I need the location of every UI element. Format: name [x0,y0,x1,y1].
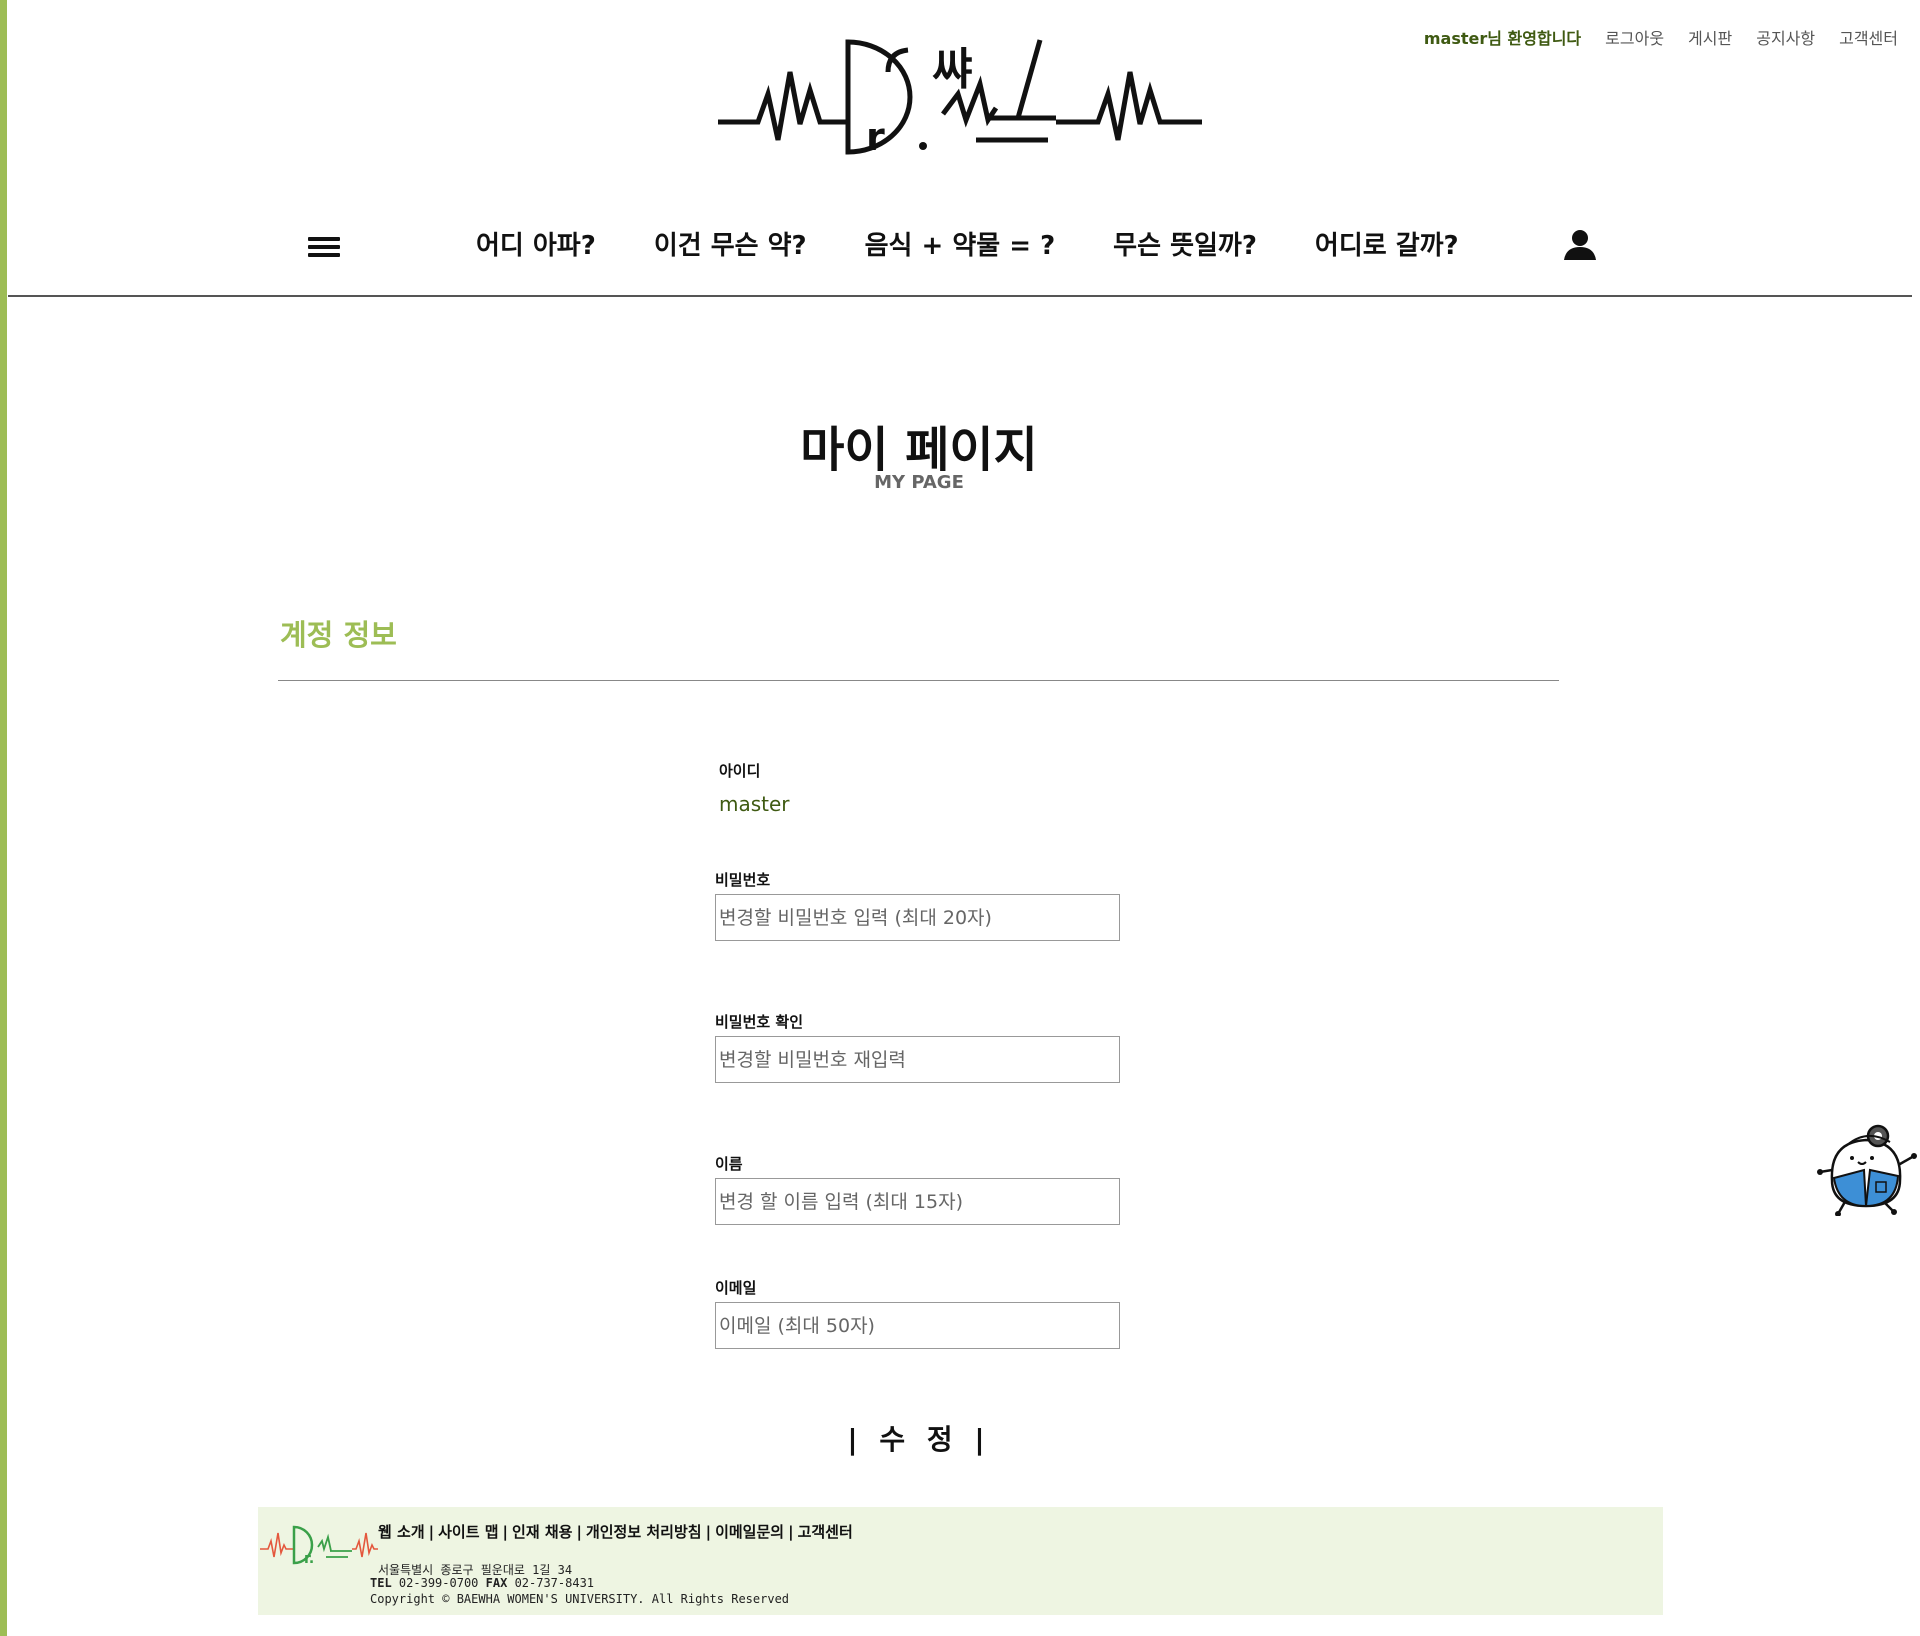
left-accent-stripe [0,0,7,1636]
main-nav: 어디 아파? 이건 무슨 약? 음식 + 약물 = ? 무슨 뜻일까? 어디로 … [8,225,1912,297]
customer-center-link[interactable]: 고객센터 [1839,25,1898,49]
top-utility-bar: master님 환영합니다 로그아웃 게시판 공지사항 고객센터 [1424,25,1898,49]
password-confirm-label: 비밀번호 확인 [715,1013,804,1031]
footer-link-email[interactable]: 이메일문의 [715,1523,784,1541]
password-input[interactable] [715,894,1120,941]
password-label: 비밀번호 [715,871,771,889]
nav-divider [8,295,1912,297]
password-confirm-input[interactable] [715,1036,1120,1083]
footer-link-careers[interactable]: 인재 채용 [512,1523,572,1541]
footer-copyright: Copyright © BAEWHA WOMEN'S UNIVERSITY. A… [370,1592,790,1606]
nav-item-symptoms[interactable]: 어디 아파? [476,225,596,262]
section-divider [278,680,1559,681]
footer-links: 웹 소개 | 사이트 맵 | 인재 채용 | 개인정보 처리방침 | 이메일문의 | 고객센터 [378,1523,853,1541]
footer: r. 웹 소개 | 사이트 맵 | 인재 채용 | 개인정보 처리방침 | 이메일문의 | 고객센터… [258,1507,1663,1615]
hamburger-menu-icon[interactable] [308,233,340,265]
section-title: 계정 정보 [280,618,397,652]
svg-text:쌰: 쌰 [932,44,972,95]
email-label: 이메일 [715,1279,757,1297]
user-icon[interactable] [1563,229,1597,261]
id-label: 아이디 [719,762,761,780]
svg-text:r: r [866,115,885,158]
footer-fax: 02-737-8431 [514,1576,595,1590]
notice-link[interactable]: 공지사항 [1756,25,1815,49]
nav-item-meaning[interactable]: 무슨 뜻일까? [1113,225,1257,262]
footer-tel: 02-399-0700 [398,1576,479,1590]
page-subtitle: MY PAGE [874,472,964,493]
nav-item-food-drug[interactable]: 음식 + 약물 = ? [865,225,1056,262]
nav-item-where-to-go[interactable]: 어디로 갈까? [1315,225,1459,262]
footer-fax-label: FAX [485,1576,508,1590]
footer-link-privacy[interactable]: 개인정보 처리방침 [586,1523,702,1541]
name-input[interactable] [715,1178,1120,1225]
svg-text:r.: r. [304,1551,314,1567]
footer-link-sitemap[interactable]: 사이트 맵 [438,1523,498,1541]
board-link[interactable]: 게시판 [1688,25,1732,49]
nav-item-medicine[interactable]: 이건 무슨 약? [654,225,807,262]
footer-logo: r. [260,1525,378,1567]
site-logo[interactable]: r 쌰 [718,32,1202,158]
update-button[interactable]: | 수 정 | [0,1418,1838,1458]
logout-link[interactable]: 로그아웃 [1605,25,1664,49]
id-value: master [719,792,790,816]
footer-link-about[interactable]: 웹 소개 [378,1523,425,1541]
email-input[interactable] [715,1302,1120,1349]
doctor-mascot-icon[interactable] [1816,1120,1920,1216]
welcome-text: master님 환영합니다 [1423,29,1582,48]
footer-contact: TEL 02-399-0700 FAX 02-737-8431 [370,1576,594,1590]
footer-tel-label: TEL [370,1576,392,1590]
page-title: 마이 페이지 [800,422,1038,478]
footer-link-support[interactable]: 고객센터 [798,1523,853,1541]
name-label: 이름 [715,1155,743,1173]
